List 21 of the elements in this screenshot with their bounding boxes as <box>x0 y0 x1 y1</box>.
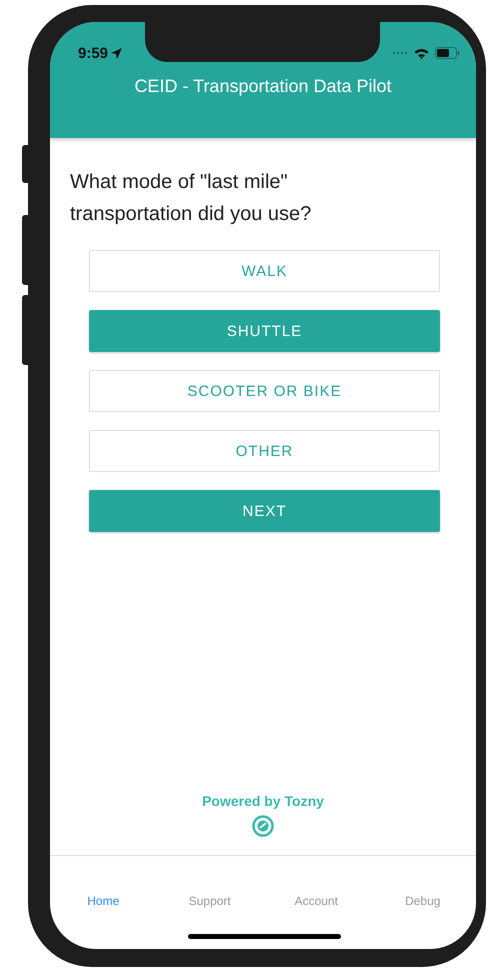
tozny-logo-icon <box>252 815 274 837</box>
side-button[interactable] <box>22 295 30 365</box>
powered-by-text: Powered by Tozny <box>202 793 324 809</box>
location-arrow-icon <box>111 48 122 58</box>
option-button[interactable]: SHUTTLE <box>89 310 440 352</box>
tab[interactable]: Support <box>156 894 263 908</box>
next-button[interactable]: NEXT <box>89 490 440 532</box>
wifi-icon <box>414 48 429 58</box>
option-button[interactable]: SCOOTER OR BIKE <box>89 370 440 412</box>
signal-icon <box>392 51 408 55</box>
question-text: What mode of "last mile" transportation did you use? <box>70 170 312 227</box>
status-time: 9:59 <box>78 44 122 62</box>
app-title: CEID - Transportation Data Pilot <box>133 76 393 97</box>
side-button[interactable] <box>22 145 30 183</box>
battery-icon <box>435 47 460 59</box>
tab[interactable]: Account <box>263 894 370 908</box>
tab[interactable]: Debug <box>370 894 476 908</box>
tab[interactable]: Home <box>50 894 156 908</box>
option-button[interactable]: WALK <box>89 250 440 292</box>
option-button[interactable]: OTHER <box>89 430 440 472</box>
side-button[interactable] <box>22 215 30 285</box>
